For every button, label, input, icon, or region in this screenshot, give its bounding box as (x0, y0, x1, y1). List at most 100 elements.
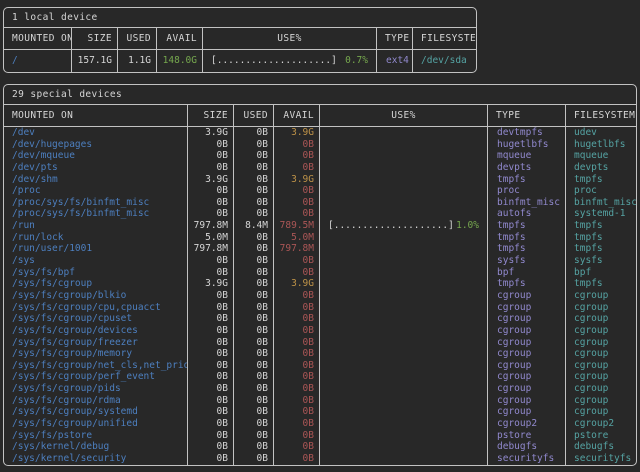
cell-type: devpts (488, 162, 566, 174)
cell-used: 1.1G (118, 50, 157, 72)
cell-type: cgroup (488, 290, 566, 302)
table-row: /sys/fs/cgroup/devices0B0B0Bcgroupcgroup (4, 325, 636, 337)
cell-avail: 0B (274, 302, 320, 314)
table-row: /dev/shm3.9G0B3.9Gtmpfstmpfs (4, 174, 636, 186)
cell-size: 0B (188, 267, 234, 279)
cell-mounted-on: /sys/fs/bpf (4, 267, 188, 279)
cell-avail: 3.9G (274, 174, 320, 186)
cell-used: 0B (234, 255, 274, 267)
cell-used: 0B (234, 302, 274, 314)
cell-use-pct (320, 150, 488, 162)
header-mounted-on: MOUNTED ON (4, 105, 188, 126)
cell-filesystem: pstore (566, 430, 636, 442)
cell-filesystem: cgroup (566, 337, 636, 349)
cell-use-pct (320, 197, 488, 209)
cell-size: 797.8M (188, 243, 234, 255)
cell-avail: 0B (274, 430, 320, 442)
table-row: /run797.8M8.4M789.5M[...................… (4, 220, 636, 232)
cell-use-pct (320, 360, 488, 372)
cell-use-pct (320, 406, 488, 418)
cell-avail: 3.9G (274, 278, 320, 290)
cell-mounted-on: /sys/fs/cgroup/freezer (4, 337, 188, 349)
table-row: /proc/sys/fs/binfmt_misc0B0B0Bautofssyst… (4, 208, 636, 220)
cell-filesystem: cgroup (566, 371, 636, 383)
cell-used: 0B (234, 395, 274, 407)
header-size: SIZE (72, 28, 118, 49)
cell-type: cgroup (488, 313, 566, 325)
cell-use-pct (320, 267, 488, 279)
table-row: /sys/fs/cgroup/net_cls,net_prio0B0B0Bcgr… (4, 360, 636, 372)
cell-size: 0B (188, 185, 234, 197)
header-type: TYPE (377, 28, 413, 49)
cell-filesystem: hugetlbfs (566, 139, 636, 151)
cell-size: 0B (188, 430, 234, 442)
cell-used: 0B (234, 371, 274, 383)
table-row: /sys/fs/pstore0B0B0Bpstorepstore (4, 430, 636, 442)
cell-mounted-on: /proc/sys/fs/binfmt_misc (4, 197, 188, 209)
cell-used: 0B (234, 185, 274, 197)
table-row: /sys/fs/cgroup/freezer0B0B0Bcgroupcgroup (4, 337, 636, 349)
cell-size: 0B (188, 302, 234, 314)
cell-use-pct (320, 441, 488, 453)
cell-use-pct (320, 127, 488, 139)
cell-avail: 0B (274, 418, 320, 430)
cell-size: 0B (188, 371, 234, 383)
header-used: USED (234, 105, 274, 126)
table-row: /proc0B0B0Bprocproc (4, 185, 636, 197)
cell-use-pct (320, 453, 488, 465)
header-used: USED (118, 28, 157, 49)
cell-type: tmpfs (488, 232, 566, 244)
cell-type: tmpfs (488, 174, 566, 186)
cell-used: 0B (234, 348, 274, 360)
cell-mounted-on: /sys/kernel/debug (4, 441, 188, 453)
cell-avail: 0B (274, 441, 320, 453)
cell-avail: 0B (274, 337, 320, 349)
cell-mounted-on: /sys/fs/cgroup/memory (4, 348, 188, 360)
cell-mounted-on: /dev/shm (4, 174, 188, 186)
table-row: /sys/fs/bpf0B0B0Bbpfbpf (4, 267, 636, 279)
cell-filesystem: /dev/sda (413, 50, 476, 72)
cell-mounted-on: /run/user/1001 (4, 243, 188, 255)
cell-filesystem: sysfs (566, 255, 636, 267)
cell-size: 5.0M (188, 232, 234, 244)
table-row: /sys/kernel/debug0B0B0Bdebugfsdebugfs (4, 441, 636, 453)
cell-type: tmpfs (488, 243, 566, 255)
cell-mounted-on: /sys/fs/cgroup/cpu,cpuacct (4, 302, 188, 314)
cell-used: 0B (234, 290, 274, 302)
cell-type: autofs (488, 208, 566, 220)
cell-size: 0B (188, 313, 234, 325)
cell-used: 0B (234, 325, 274, 337)
table-row: /sys/fs/cgroup3.9G0B3.9Gtmpfstmpfs (4, 278, 636, 290)
cell-used: 0B (234, 383, 274, 395)
cell-filesystem: cgroup2 (566, 418, 636, 430)
cell-mounted-on: / (4, 50, 72, 72)
header-size: SIZE (188, 105, 234, 126)
cell-use-pct (320, 302, 488, 314)
cell-type: sysfs (488, 255, 566, 267)
cell-size: 0B (188, 453, 234, 465)
cell-filesystem: cgroup (566, 302, 636, 314)
cell-type: cgroup2 (488, 418, 566, 430)
cell-type: devtmpfs (488, 127, 566, 139)
cell-used: 0B (234, 267, 274, 279)
cell-size: 0B (188, 325, 234, 337)
cell-mounted-on: /sys (4, 255, 188, 267)
cell-use-pct: [....................]1.0% (320, 220, 488, 232)
cell-filesystem: bpf (566, 267, 636, 279)
cell-use-pct (320, 255, 488, 267)
cell-avail: 0B (274, 185, 320, 197)
cell-filesystem: debugfs (566, 441, 636, 453)
cell-use-pct (320, 430, 488, 442)
special-devices-table-header: MOUNTED ON SIZE USED AVAIL USE% TYPE FIL… (4, 105, 636, 127)
cell-mounted-on: /sys/fs/cgroup/pids (4, 383, 188, 395)
cell-size: 0B (188, 139, 234, 151)
cell-avail: 0B (274, 383, 320, 395)
cell-filesystem: cgroup (566, 360, 636, 372)
table-row: /sys/fs/cgroup/cpuset0B0B0Bcgroupcgroup (4, 313, 636, 325)
cell-used: 0B (234, 139, 274, 151)
table-row: /sys/fs/cgroup/pids0B0B0Bcgroupcgroup (4, 383, 636, 395)
cell-mounted-on: /sys/fs/cgroup/systemd (4, 406, 188, 418)
cell-avail: 0B (274, 208, 320, 220)
cell-filesystem: tmpfs (566, 278, 636, 290)
cell-size: 797.8M (188, 220, 234, 232)
